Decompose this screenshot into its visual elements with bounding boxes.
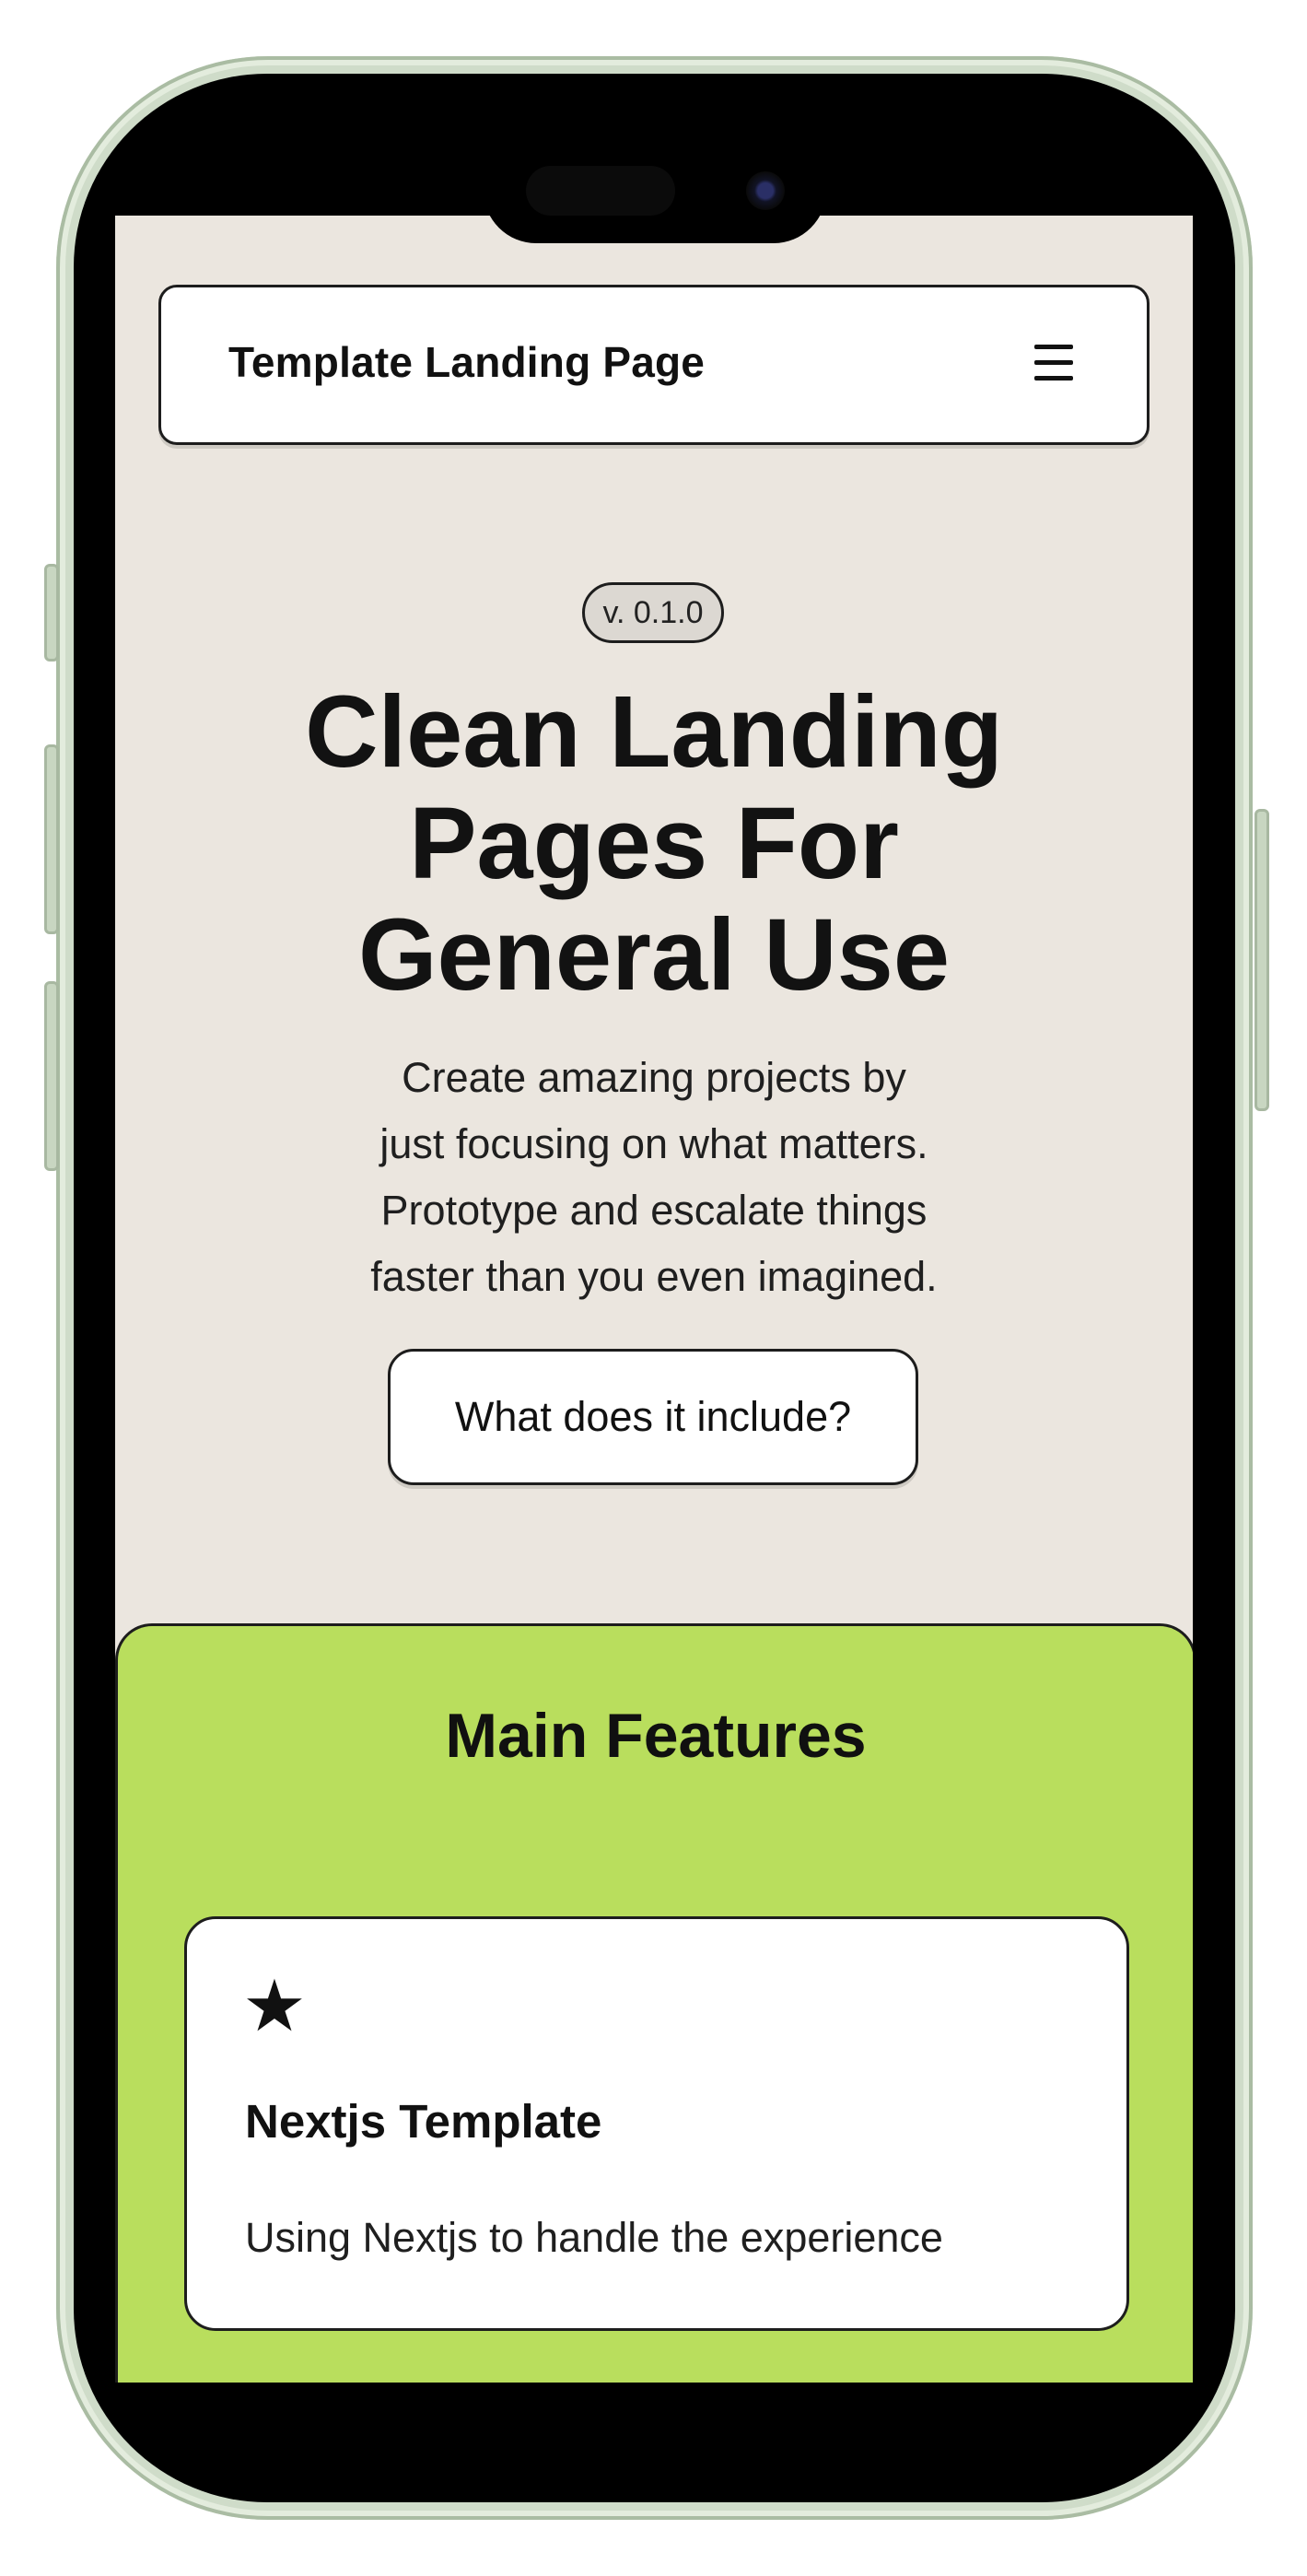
hero-subtitle-line: just focusing on what matters. — [379, 1120, 928, 1167]
hamburger-menu-icon[interactable] — [1034, 345, 1073, 381]
version-badge: v. 0.1.0 — [582, 582, 724, 643]
navbar: Template Landing Page — [158, 285, 1149, 445]
power-button — [1254, 809, 1269, 1111]
dynamic-island — [484, 138, 826, 243]
feature-card-text: Using Nextjs to handle the experience — [245, 2214, 943, 2261]
volume-down-button — [44, 981, 59, 1171]
front-camera-icon — [746, 171, 785, 210]
what-does-it-include-button[interactable]: What does it include? — [388, 1349, 918, 1485]
hero-subtitle-line: faster than you even imagined. — [370, 1253, 938, 1300]
hero-subtitle-line: Prototype and escalate things — [380, 1187, 928, 1234]
hero-title-line: Clean Landing — [305, 675, 1003, 789]
feature-card: ★ Nextjs Template Using Nextjs to handle… — [184, 1916, 1129, 2331]
hero-subtitle: Create amazing projects by just focusing… — [115, 1045, 1193, 1310]
island-sensor — [526, 166, 675, 216]
action-button — [44, 564, 59, 662]
hero-title-line: General Use — [357, 898, 950, 1012]
hero-title: Clean Landing Pages For General Use — [115, 676, 1193, 1011]
hero-subtitle-line: Create amazing projects by — [402, 1054, 906, 1101]
star-icon: ★ — [242, 1965, 307, 2046]
volume-up-button — [44, 744, 59, 934]
feature-card-title: Nextjs Template — [245, 2095, 602, 2148]
brand-title[interactable]: Template Landing Page — [228, 337, 705, 387]
main-features-section: Main Features ★ Nextjs Template Using Ne… — [115, 1623, 1193, 2383]
web-viewport: Template Landing Page v. 0.1.0 Clean Lan… — [115, 216, 1193, 2383]
features-title: Main Features — [445, 1701, 867, 1771]
hero-title-line: Pages For — [409, 787, 899, 900]
